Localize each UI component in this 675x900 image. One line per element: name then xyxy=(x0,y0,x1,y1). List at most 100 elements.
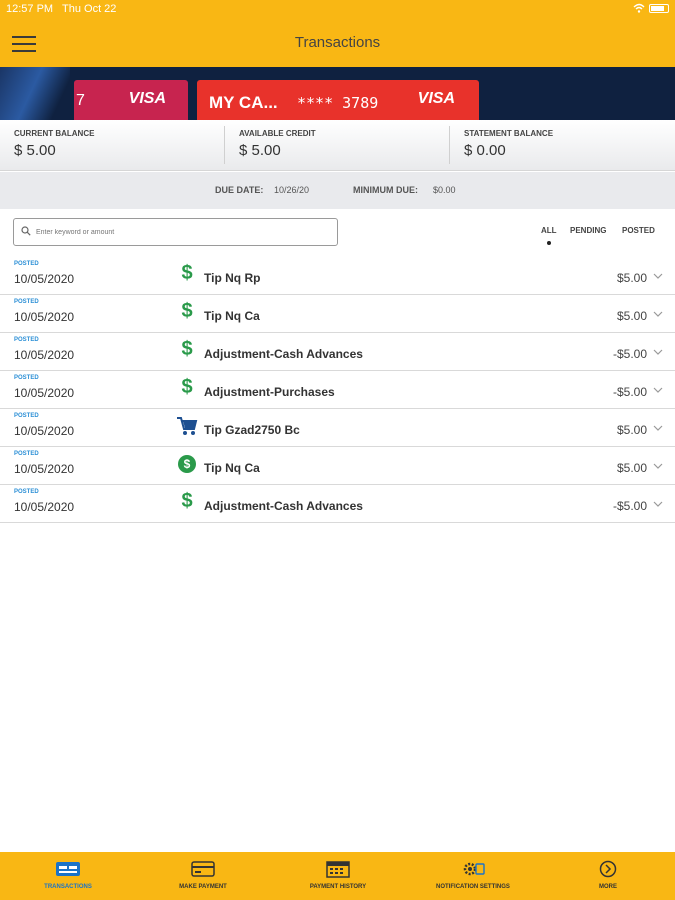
card-name: MY CA... xyxy=(209,93,278,112)
settings-gear-icon xyxy=(463,862,485,876)
status-bar: 12:57 PM Thu Oct 22 xyxy=(0,0,675,18)
more-arrow-icon xyxy=(599,860,617,878)
due-date-label: DUE DATE: xyxy=(215,185,264,195)
carousel-background xyxy=(0,67,70,120)
card-carousel: 7 VISA MY CA... **** 3789 VISA xyxy=(0,67,675,120)
divider xyxy=(449,126,450,164)
chevron-down-icon[interactable] xyxy=(653,271,663,281)
tab-label: MAKE PAYMENT xyxy=(179,884,227,890)
balance-summary: CURRENT BALANCE $ 5.00 AVAILABLE CREDIT … xyxy=(0,120,675,171)
dollar-icon: $ xyxy=(181,490,193,512)
statement-balance: STATEMENT BALANCE $ 0.00 xyxy=(464,129,553,159)
minimum-due-value: $0.00 xyxy=(433,185,456,195)
available-credit-value: $ 5.00 xyxy=(239,142,281,159)
filter-pending[interactable]: PENDING xyxy=(570,226,606,235)
tab-payment-history[interactable]: PAYMENT HISTORY xyxy=(288,852,388,900)
chevron-down-icon[interactable] xyxy=(653,385,663,395)
dollar-icon: $ xyxy=(181,338,193,360)
statement-balance-value: $ 0.00 xyxy=(464,142,506,159)
transaction-description: Adjustment-Purchases xyxy=(204,385,335,399)
calendar-icon xyxy=(326,861,350,878)
tab-label: TRANSACTIONS xyxy=(44,884,92,890)
current-balance: CURRENT BALANCE $ 5.00 xyxy=(14,129,94,159)
dollar-circle-icon: $ xyxy=(176,453,198,475)
transaction-description: Adjustment-Cash Advances xyxy=(204,347,363,361)
transaction-status: POSTED xyxy=(14,413,39,419)
available-credit-label: AVAILABLE CREDIT xyxy=(239,129,316,138)
transaction-description: Tip Nq Ca xyxy=(204,461,260,475)
available-credit: AVAILABLE CREDIT $ 5.00 xyxy=(239,129,316,159)
transaction-row[interactable]: POSTED 10/05/2020 $ Adjustment-Cash Adva… xyxy=(0,333,675,371)
card-payment-icon xyxy=(191,861,215,877)
filter-all[interactable]: ALL xyxy=(541,226,557,235)
transaction-amount: -$5.00 xyxy=(612,499,647,513)
filter-posted[interactable]: POSTED xyxy=(622,226,655,235)
app-header: 12:57 PM Thu Oct 22 Transactions xyxy=(0,0,675,67)
transaction-date: 10/05/2020 xyxy=(14,310,75,324)
transaction-status: POSTED xyxy=(14,337,39,343)
due-date-value: 10/26/20 xyxy=(274,185,310,195)
transaction-row[interactable]: POSTED 10/05/2020 Tip Gzad2750 Bc $5.00 xyxy=(0,409,675,447)
statement-balance-label: STATEMENT BALANCE xyxy=(464,129,554,138)
chevron-down-icon[interactable] xyxy=(653,347,663,357)
transaction-description: Tip Nq Ca xyxy=(204,309,260,323)
transaction-row[interactable]: POSTED 10/05/2020 $ Adjustment-Purchases… xyxy=(0,371,675,409)
divider xyxy=(224,126,225,164)
tab-transactions[interactable]: TRANSACTIONS xyxy=(18,852,118,900)
transaction-amount: -$5.00 xyxy=(612,385,647,399)
chevron-down-icon[interactable] xyxy=(653,309,663,319)
card-tile-selected[interactable]: MY CA... **** 3789 VISA xyxy=(197,80,479,120)
transaction-date: 10/05/2020 xyxy=(14,462,75,476)
tab-notification-settings[interactable]: NOTIFICATION SETTINGS xyxy=(418,852,528,900)
tab-more[interactable]: MORE xyxy=(568,852,648,900)
battery-icon xyxy=(649,4,669,13)
tab-make-payment[interactable]: MAKE PAYMENT xyxy=(153,852,253,900)
bottom-tab-bar: TRANSACTIONS MAKE PAYMENT PAYMENT HISTOR… xyxy=(0,852,675,900)
tab-label: NOTIFICATION SETTINGS xyxy=(436,884,510,890)
transaction-date: 10/05/2020 xyxy=(14,348,75,362)
transaction-row[interactable]: POSTED 10/05/2020 $ Tip Nq Rp $5.00 xyxy=(0,257,675,295)
status-date: Thu Oct 22 xyxy=(62,3,117,15)
transaction-row[interactable]: POSTED 10/05/2020 $ Adjustment-Cash Adva… xyxy=(0,485,675,523)
transaction-status: POSTED xyxy=(14,451,39,457)
transaction-date: 10/05/2020 xyxy=(14,424,75,438)
transaction-amount: $5.00 xyxy=(616,271,647,285)
transaction-amount: $5.00 xyxy=(616,423,647,437)
dollar-icon: $ xyxy=(181,262,193,284)
tab-label: MORE xyxy=(599,884,617,890)
transactions-icon xyxy=(56,862,80,876)
transaction-date: 10/05/2020 xyxy=(14,500,75,514)
transaction-row[interactable]: POSTED 10/05/2020 $ Tip Nq Ca $5.00 xyxy=(0,295,675,333)
card-number-fragment: 7 xyxy=(76,92,85,109)
search-input[interactable] xyxy=(36,224,326,240)
chevron-down-icon[interactable] xyxy=(653,461,663,471)
transaction-amount: $5.00 xyxy=(616,309,647,323)
chevron-down-icon[interactable] xyxy=(653,423,663,433)
current-balance-label: CURRENT BALANCE xyxy=(14,129,95,138)
minimum-due-label: MINIMUM DUE: xyxy=(353,185,418,195)
filter-selected-indicator xyxy=(547,241,551,245)
card-tile-previous[interactable]: 7 VISA xyxy=(74,80,188,120)
transaction-date: 10/05/2020 xyxy=(14,386,75,400)
dollar-icon: $ xyxy=(181,376,193,398)
visa-logo: VISA xyxy=(128,90,166,107)
search-box[interactable] xyxy=(13,218,338,246)
transaction-status: POSTED xyxy=(14,261,39,267)
status-time: 12:57 PM xyxy=(6,3,54,15)
visa-logo: VISA xyxy=(417,90,455,107)
current-balance-value: $ 5.00 xyxy=(14,142,56,159)
search-icon xyxy=(21,226,31,236)
transaction-date: 10/05/2020 xyxy=(14,272,75,286)
transaction-description: Adjustment-Cash Advances xyxy=(204,499,363,513)
wifi-icon xyxy=(633,3,645,13)
card-masked-number: **** 3789 xyxy=(297,94,379,112)
dollar-icon: $ xyxy=(181,300,193,322)
tab-label: PAYMENT HISTORY xyxy=(309,884,367,890)
transaction-amount: -$5.00 xyxy=(612,347,647,361)
transaction-status: POSTED xyxy=(14,299,39,305)
transaction-row[interactable]: POSTED 10/05/2020 $ Tip Nq Ca $5.00 xyxy=(0,447,675,485)
transaction-status: POSTED xyxy=(14,375,39,381)
transaction-amount: $5.00 xyxy=(616,461,647,475)
page-title: Transactions xyxy=(294,34,381,51)
chevron-down-icon[interactable] xyxy=(653,499,663,509)
